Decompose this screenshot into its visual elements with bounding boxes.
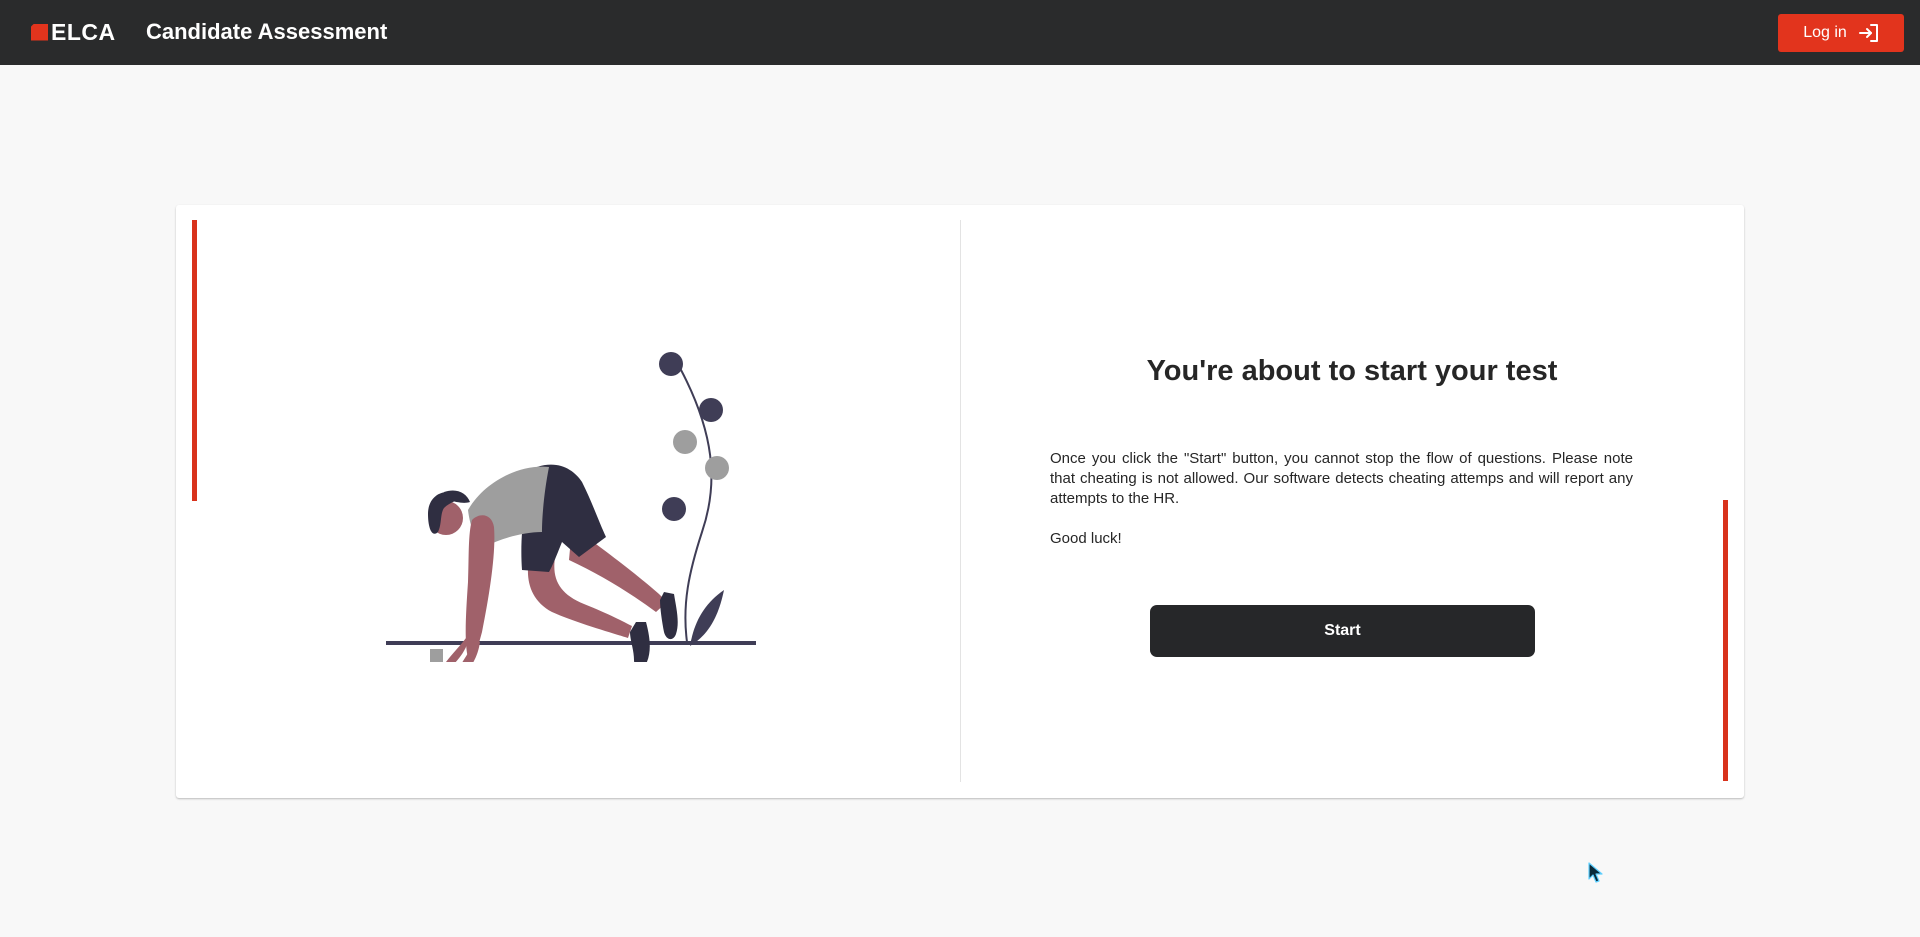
mouse-cursor-icon bbox=[1588, 862, 1604, 884]
page-heading: You're about to start your test bbox=[1146, 355, 1558, 387]
elca-logo[interactable]: ELCA bbox=[31, 19, 116, 45]
accent-bar-left bbox=[192, 220, 197, 501]
login-button[interactable]: Log in bbox=[1778, 14, 1904, 52]
start-button[interactable]: Start bbox=[1150, 605, 1535, 657]
good-luck-text: Good luck! bbox=[1050, 530, 1122, 547]
card-divider bbox=[960, 220, 961, 782]
top-bar: ELCA Candidate Assessment Log in bbox=[0, 0, 1920, 65]
logo-mark-icon bbox=[31, 23, 48, 41]
sign-in-icon bbox=[1858, 24, 1879, 42]
instructions-text: Once you click the "Start" button, you c… bbox=[1050, 450, 1633, 507]
runner-illustration bbox=[384, 342, 764, 680]
app-title: Candidate Assessment bbox=[146, 19, 388, 44]
accent-bar-right bbox=[1723, 500, 1728, 781]
logo-text: ELCA bbox=[51, 19, 116, 45]
login-button-label: Log in bbox=[1803, 24, 1847, 41]
assessment-card: You're about to start your test Once you… bbox=[176, 205, 1744, 798]
